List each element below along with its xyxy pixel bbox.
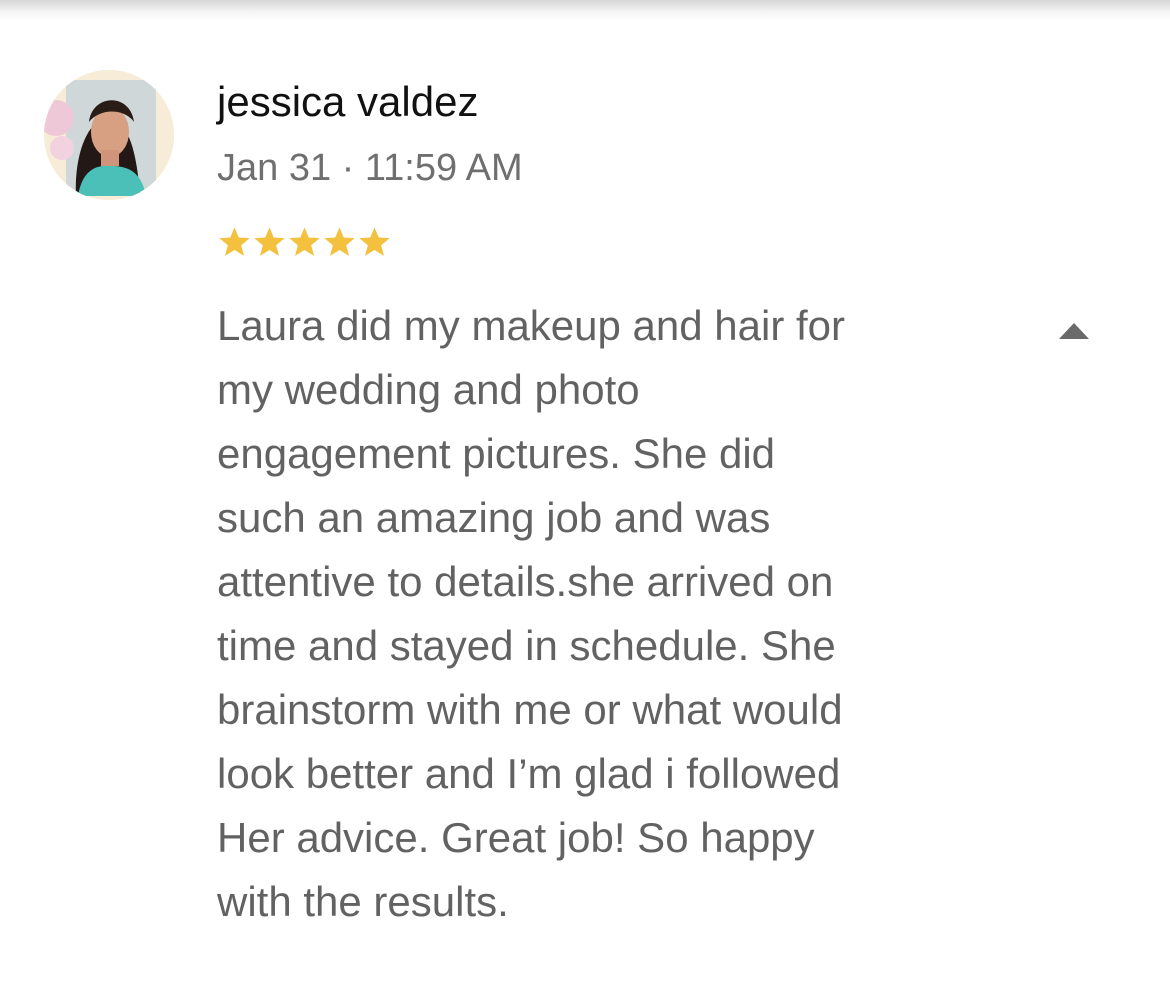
star-icon [219,227,250,256]
star-icon [359,227,390,256]
star-icon [289,227,320,256]
review-date-time: Jan 31 · 11:59 AM [217,147,523,189]
star-rating [217,222,392,262]
star-icon [254,227,285,256]
collapse-review-button[interactable] [1052,315,1096,347]
review-screen: jessica valdez Jan 31 · 11:59 AM Laura d… [0,0,1170,1000]
collapse-triangle-icon [1059,323,1089,339]
review-text: Laura did my makeup and hair for my wedd… [217,302,846,925]
avatar-photo [44,70,174,200]
header-shadow [0,0,1170,22]
reviewer-name: jessica valdez [217,78,479,125]
star-icon [324,227,355,256]
avatar[interactable] [44,70,174,200]
